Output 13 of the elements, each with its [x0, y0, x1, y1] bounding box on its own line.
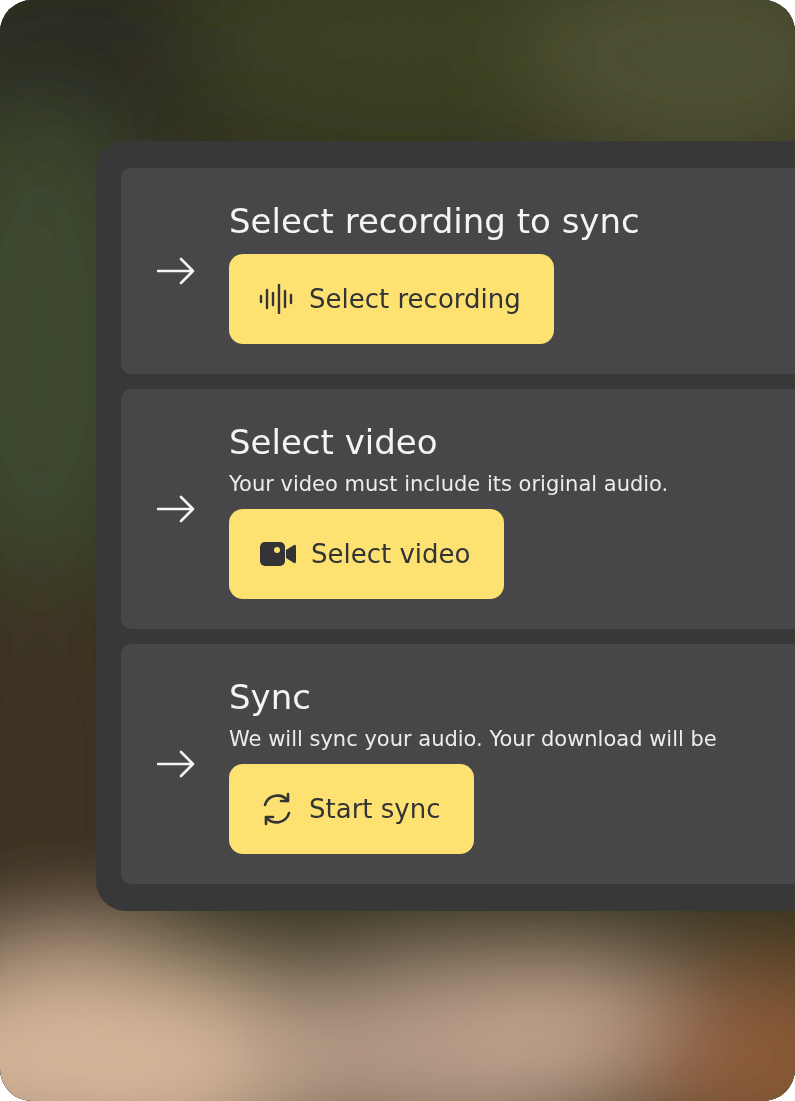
step-title: Select video — [229, 421, 438, 464]
step-title: Sync — [229, 676, 311, 719]
step-description: Your video must include its original audio. — [229, 471, 669, 498]
arrow-right-icon — [157, 750, 195, 778]
step-button[interactable]: Select video — [229, 509, 504, 599]
waveform-icon — [259, 284, 295, 314]
arrow-right-icon — [157, 257, 195, 285]
step-title: Select recording to sync — [229, 200, 640, 243]
arrow-right-icon — [157, 495, 195, 523]
step-button[interactable]: Start sync — [229, 764, 474, 854]
video-camera-icon — [259, 540, 297, 568]
step-description: We will sync your audio. Your download will be — [229, 726, 717, 753]
step-button[interactable]: Select recording — [229, 254, 554, 344]
